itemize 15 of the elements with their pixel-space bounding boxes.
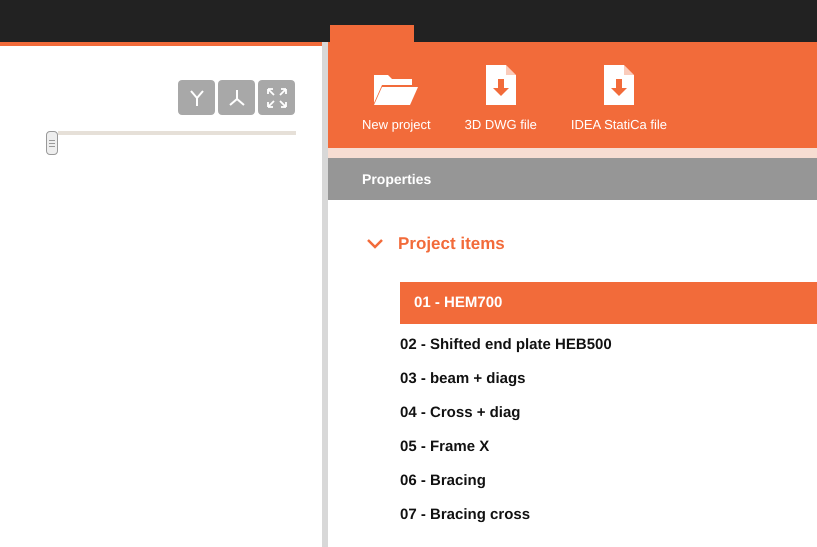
project-item[interactable]: 04 - Cross + diag <box>400 396 817 430</box>
view-button[interactable] <box>178 80 215 115</box>
view-button[interactable] <box>258 80 295 115</box>
project-item[interactable]: 02 - Shifted end plate HEB500 <box>400 328 817 362</box>
axes-icon <box>226 88 246 108</box>
view-button[interactable] <box>218 80 255 115</box>
properties-header: Properties <box>328 158 817 200</box>
project-item[interactable]: 06 - Bracing <box>400 464 817 498</box>
slider-thumb[interactable] <box>46 131 58 155</box>
project-item[interactable]: 05 - Frame X <box>400 430 817 464</box>
project-item[interactable]: 07 - Bracing cross <box>400 498 817 532</box>
project-item[interactable]: 03 - beam + diags <box>400 362 817 396</box>
file-download-icon <box>484 62 518 106</box>
file-download-icon <box>602 62 636 106</box>
expand-icon <box>266 86 288 108</box>
